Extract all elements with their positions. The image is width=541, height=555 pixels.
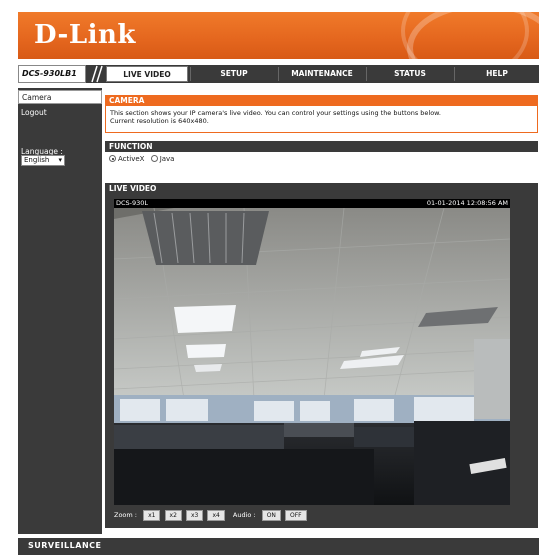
tab-maintenance[interactable]: MAINTENANCE bbox=[279, 66, 365, 82]
video-osd-bar: DCS-930L 01-01-2014 12:08:56 AM bbox=[114, 199, 510, 208]
office-video-frame bbox=[114, 207, 510, 505]
model-label: DCS-930LB1 bbox=[18, 65, 86, 83]
page: D-Link DCS-930LB1 LIVE VIDEO SETUP MAINT… bbox=[0, 0, 541, 555]
language-select[interactable]: English ▾ bbox=[21, 155, 65, 166]
footer-surveillance-label: SURVEILLANCE bbox=[28, 541, 102, 550]
radio-activex-label: ActiveX bbox=[118, 155, 145, 163]
banner-decoration-2 bbox=[401, 12, 529, 59]
zoom-label: Zoom : bbox=[114, 511, 137, 519]
top-nav: DCS-930LB1 LIVE VIDEO SETUP MAINTENANCE … bbox=[18, 65, 539, 83]
camera-description: This section shows your IP camera's live… bbox=[110, 109, 441, 117]
osd-timestamp: 01-01-2014 12:08:56 AM bbox=[426, 199, 508, 207]
tab-live-video[interactable]: LIVE VIDEO bbox=[106, 66, 188, 82]
osd-camera-name: DCS-930L bbox=[116, 199, 149, 207]
radio-selected-icon bbox=[109, 155, 116, 162]
footer: SURVEILLANCE bbox=[18, 538, 539, 555]
chevron-down-icon: ▾ bbox=[58, 156, 62, 164]
sidebar: Camera Logout Language : English ▾ bbox=[18, 88, 102, 534]
slashes-icon bbox=[91, 65, 103, 83]
function-section-title: FUNCTION bbox=[105, 141, 538, 152]
language-value: English bbox=[24, 156, 50, 164]
zoom-x4-button[interactable]: x4 bbox=[207, 509, 225, 521]
tab-help[interactable]: HELP bbox=[455, 66, 539, 82]
camera-section-title: CAMERA bbox=[105, 95, 538, 106]
zoom-x3-button[interactable]: x3 bbox=[185, 509, 204, 521]
dlink-logo: D-Link bbox=[34, 20, 136, 50]
tab-status[interactable]: STATUS bbox=[367, 66, 453, 82]
live-video-area: DCS-930L 01-01-2014 12:08:56 AM Zoom : x… bbox=[105, 194, 538, 528]
live-video-section-title: LIVE VIDEO bbox=[105, 183, 538, 194]
function-options: ActiveX Java bbox=[105, 152, 538, 175]
zoom-x1-button[interactable]: x1 bbox=[143, 509, 161, 521]
radio-java[interactable]: Java bbox=[150, 155, 175, 163]
radio-java-label: Java bbox=[159, 155, 175, 163]
radio-unselected-icon bbox=[150, 155, 158, 162]
sidebar-item-camera[interactable]: Camera bbox=[18, 90, 102, 104]
audio-label: Audio : bbox=[232, 511, 256, 519]
audio-off-button[interactable]: OFF bbox=[285, 509, 307, 521]
sidebar-item-logout[interactable]: Logout bbox=[18, 106, 102, 120]
header-banner: D-Link bbox=[18, 12, 539, 59]
zoom-x2-button[interactable]: x2 bbox=[164, 509, 182, 521]
camera-section-body: This section shows your IP camera's live… bbox=[105, 106, 538, 133]
video-controls: Zoom : x1 x2 x3 x4 Audio : ON OFF bbox=[114, 508, 309, 522]
tab-setup[interactable]: SETUP bbox=[191, 66, 277, 82]
current-resolution: Current resolution is 640x480. bbox=[110, 117, 209, 125]
audio-on-button[interactable]: ON bbox=[261, 509, 281, 521]
live-video-feed: DCS-930L 01-01-2014 12:08:56 AM bbox=[114, 199, 510, 505]
radio-activex[interactable]: ActiveX bbox=[109, 155, 144, 163]
